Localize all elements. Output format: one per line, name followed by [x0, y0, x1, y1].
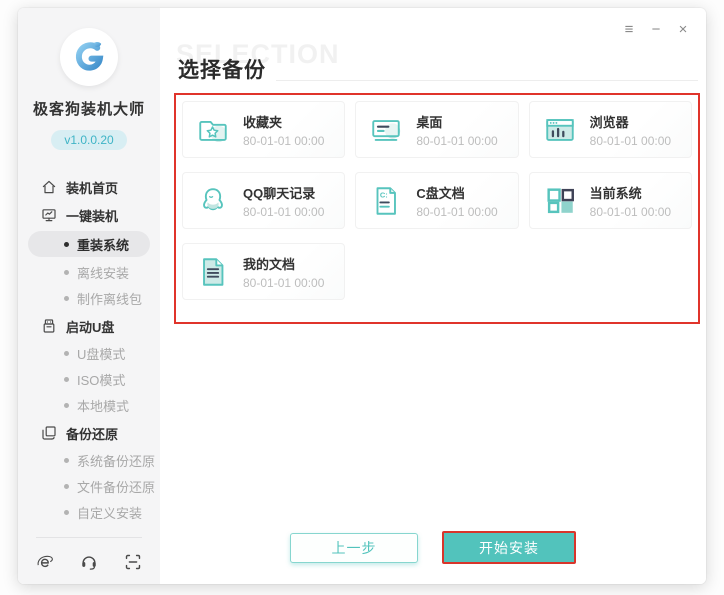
sidebar-item-iso-mode[interactable]: ISO模式	[18, 368, 160, 390]
ie-browser-icon[interactable]	[36, 553, 54, 571]
sidebar-item-label: 备份还原	[66, 426, 119, 442]
backup-card-time: 80-01-01 00:00	[243, 275, 325, 290]
sidebar-item-system-backup-restore[interactable]: 系统备份还原	[18, 449, 160, 471]
sidebar-item-install-home[interactable]: 装机首页	[18, 176, 160, 198]
backup-grid: 收藏夹 80-01-01 00:00 桌面 80-01-01 00:00 浏览器…	[174, 93, 700, 324]
sidebar-item-label: 一键装机	[66, 208, 119, 224]
sidebar-footer	[18, 537, 160, 571]
svg-text:C:: C:	[380, 190, 388, 199]
backup-card-name: 我的文档	[243, 256, 296, 272]
backup-card-name: 收藏夹	[243, 114, 283, 130]
title-divider	[276, 80, 698, 81]
sidebar-footer-divider	[36, 537, 142, 538]
backup-card-my-documents[interactable]: 我的文档 80-01-01 00:00	[182, 243, 346, 300]
version-badge: v1.0.0.20	[51, 130, 127, 150]
close-icon[interactable]: ×	[673, 20, 693, 40]
backup-card-name: QQ聊天记录	[243, 185, 316, 201]
backup-card-time: 80-01-01 00:00	[589, 204, 672, 219]
backup-card-name: 当前系统	[589, 185, 642, 201]
backup-card-c-drive-docs[interactable]: C: C盘文档 80-01-01 00:00	[355, 172, 519, 229]
sidebar-item-label: U盘模式	[77, 346, 126, 362]
backup-card-time: 80-01-01 00:00	[589, 133, 672, 148]
sidebar-item-label: 本地模式	[77, 398, 130, 414]
title-block: SELECTION 选择备份	[176, 39, 698, 84]
app-window: 极客狗装机大师 v1.0.0.20 装机首页 一键装机 重装系统 离线安装 制作…	[18, 8, 706, 584]
bullet-icon	[64, 350, 69, 356]
sidebar-item-label: 装机首页	[66, 180, 119, 196]
bullet-icon	[64, 457, 69, 463]
start-install-button[interactable]: 开始安装	[442, 531, 576, 564]
sidebar-item-label: 重装系统	[77, 237, 130, 253]
app-logo	[60, 28, 118, 86]
menu-icon[interactable]: ≡	[619, 20, 639, 40]
sidebar-item-custom-install[interactable]: 自定义安装	[18, 501, 160, 523]
bullet-icon	[64, 509, 69, 515]
sidebar-item-label: 系统备份还原	[77, 453, 156, 469]
home-icon	[41, 179, 57, 195]
sidebar-item-label: ISO模式	[77, 372, 126, 388]
usb-drive-icon	[41, 318, 57, 334]
sidebar-item-label: 文件备份还原	[77, 479, 156, 495]
backup-card-time: 80-01-01 00:00	[243, 204, 325, 219]
sidebar-item-one-key-install[interactable]: 一键装机	[18, 204, 160, 226]
backup-card-name: 桌面	[416, 114, 443, 130]
c-drive-doc-icon: C:	[369, 184, 403, 218]
backup-card-desktop[interactable]: 桌面 80-01-01 00:00	[355, 101, 519, 158]
backup-card-time: 80-01-01 00:00	[416, 133, 498, 148]
backup-restore-icon	[41, 425, 57, 441]
my-documents-icon	[196, 255, 230, 289]
minimize-icon[interactable]: −	[646, 20, 666, 40]
sidebar-item-offline-install[interactable]: 离线安装	[18, 261, 160, 283]
sidebar-item-boot-usb[interactable]: 启动U盘	[18, 315, 160, 337]
bullet-icon	[64, 269, 69, 275]
qq-icon	[196, 184, 230, 218]
backup-card-time: 80-01-01 00:00	[416, 204, 498, 219]
bullet-icon	[64, 241, 69, 247]
bullet-icon	[64, 295, 69, 301]
bullet-icon	[64, 483, 69, 489]
window-controls: ≡ − ×	[619, 20, 693, 40]
page-title: 选择备份	[178, 59, 266, 82]
sidebar-item-local-mode[interactable]: 本地模式	[18, 394, 160, 416]
footer-buttons: 上一步 开始安装	[160, 531, 706, 564]
backup-card-browser[interactable]: 浏览器 80-01-01 00:00	[528, 101, 692, 158]
backup-card-current-system[interactable]: 当前系统 80-01-01 00:00	[528, 172, 692, 229]
qr-scan-icon[interactable]	[124, 553, 142, 571]
support-headset-icon[interactable]	[80, 553, 98, 571]
current-system-icon	[543, 184, 577, 218]
app-name: 极客狗装机大师	[32, 101, 145, 118]
browser-icon	[543, 113, 577, 147]
monitor-install-icon	[41, 207, 57, 223]
sidebar-item-label: 离线安装	[77, 265, 130, 281]
backup-card-favorites[interactable]: 收藏夹 80-01-01 00:00	[182, 101, 346, 158]
sidebar-item-usb-mode[interactable]: U盘模式	[18, 342, 160, 364]
geekdog-logo-icon	[75, 41, 104, 71]
sidebar-item-label: 自定义安装	[77, 505, 143, 521]
sidebar-item-backup-restore[interactable]: 备份还原	[18, 422, 160, 444]
desktop-icon	[369, 113, 403, 147]
bullet-icon	[64, 376, 69, 382]
sidebar-item-make-offline-pack[interactable]: 制作离线包	[18, 287, 160, 309]
bullet-icon	[64, 402, 69, 408]
sidebar-footer-icons	[36, 553, 142, 571]
sidebar-item-label: 启动U盘	[66, 319, 115, 335]
sidebar-item-label: 制作离线包	[77, 291, 143, 307]
backup-card-qq-chat-history[interactable]: QQ聊天记录 80-01-01 00:00	[182, 172, 346, 229]
sidebar-item-reinstall-system[interactable]: 重装系统	[28, 231, 150, 257]
previous-step-button[interactable]: 上一步	[290, 532, 418, 563]
backup-card-name: C盘文档	[416, 185, 465, 201]
backup-card-time: 80-01-01 00:00	[243, 133, 325, 148]
sidebar: 极客狗装机大师 v1.0.0.20 装机首页 一键装机 重装系统 离线安装 制作…	[18, 8, 160, 584]
sidebar-nav: 装机首页 一键装机 重装系统 离线安装 制作离线包 启动U盘 U盘模式 ISO模…	[18, 170, 160, 527]
favorites-folder-icon	[196, 113, 230, 147]
main-panel: ≡ − × SELECTION 选择备份 收藏夹 80-01-01 00:00 …	[160, 8, 706, 584]
backup-card-name: 浏览器	[589, 114, 629, 130]
sidebar-item-file-backup-restore[interactable]: 文件备份还原	[18, 475, 160, 497]
